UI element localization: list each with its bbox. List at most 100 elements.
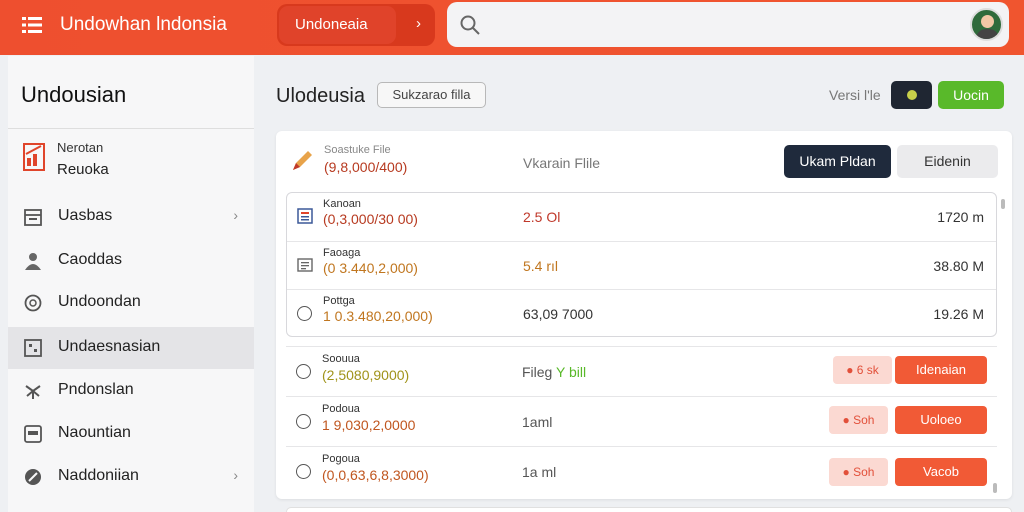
tag-button[interactable]: ● Soh — [829, 406, 888, 434]
radio-button[interactable] — [296, 364, 311, 379]
sidebar-title: Undousian — [21, 82, 127, 107]
row-total: 38.80 M — [933, 258, 984, 274]
row-size: 5.4 rıl — [523, 258, 559, 274]
row-size: 1aml — [522, 414, 553, 430]
sidebar-item-undoondan[interactable]: Undoondan — [8, 282, 254, 324]
next-card — [286, 507, 1012, 512]
sidebar-item-naountian[interactable]: Naountian — [8, 413, 254, 455]
radio-button[interactable] — [297, 306, 312, 321]
sidebar-item-label: Undoondan — [58, 293, 141, 310]
sidebar-item-label: Uasbas — [58, 207, 113, 224]
row-code: 1 0.3.480,20,000) — [323, 308, 433, 324]
chevron-right-icon: › — [233, 207, 238, 223]
row-code: 1 9,030,2,0000 — [322, 417, 416, 433]
action-button[interactable]: Vacob — [895, 458, 987, 486]
menu-icon[interactable] — [22, 15, 42, 35]
box-icon — [24, 425, 42, 443]
sidebar-item-label: Pndonslan — [58, 381, 134, 398]
row-size-extra: Y bill — [556, 364, 587, 380]
action-button[interactable]: Uoloeo — [895, 406, 987, 434]
row-total: 19.26 M — [933, 306, 984, 322]
radio-button[interactable] — [296, 414, 311, 429]
sidebar-item-naddoniian[interactable]: Naddoniian › — [8, 456, 254, 498]
sidebar-item-caoddas[interactable]: Caoddas — [8, 240, 254, 282]
apple-icon: ● — [846, 363, 854, 377]
row-size: Fileg Y bill — [522, 364, 587, 380]
table-row[interactable]: Pottga 1 0.3.480,20,000) 63,09 7000 19.2… — [287, 289, 996, 337]
confirm-button[interactable]: Uocin — [938, 81, 1004, 109]
scrollbar-thumb[interactable] — [1001, 199, 1005, 209]
sidebar-item-label: Naountian — [58, 424, 131, 441]
row-code: (0 3.440,2,000) — [323, 260, 418, 276]
pencil-icon — [293, 151, 312, 170]
clipboard-chart-icon — [23, 143, 45, 171]
version-label: Versi l'le — [829, 87, 881, 103]
divider — [8, 128, 254, 129]
table-row[interactable]: Faoaga (0 3.440,2,000) 5.4 rıl 38.80 M — [287, 241, 996, 289]
file-list-lower: Soouua (2,5080,9000) Fileg Y bill ● 6 sk… — [286, 346, 997, 496]
grid-box-icon — [24, 339, 42, 357]
tag-button[interactable]: ● 6 sk — [833, 356, 892, 384]
region-selector[interactable]: Undoneaia › — [277, 4, 435, 46]
leaf-icon — [25, 469, 41, 485]
sidebar-item-report[interactable]: Nerotan Reuoka — [20, 140, 250, 190]
compass-icon — [24, 294, 42, 312]
sidebar-item-uasbas[interactable]: Uasbas › — [8, 196, 254, 238]
table-row[interactable]: Kanoan (0,3,000/30 00) 2.5 Ol 1720 m — [287, 193, 996, 241]
list-item[interactable]: Pogoua (0,0,63,6,8,3000) 1a ml ● Soh Vac… — [286, 446, 997, 496]
sidebar-item-label: Reuoka — [57, 161, 109, 178]
row-name: Faoaga — [323, 247, 361, 259]
sidebar: Undousian Nerotan Reuoka Uasbas › Caodda… — [8, 56, 254, 512]
filter-button[interactable]: Sukzarao filla — [377, 82, 486, 108]
region-label: Undoneaia — [279, 6, 396, 44]
apple-icon: ● — [842, 413, 850, 427]
primary-action-button[interactable]: Ukam Pldan — [784, 145, 891, 178]
file-card: Soastuke File (9,8,000/400) Vkarain Flil… — [276, 131, 1012, 499]
sidebar-item-pndonslan[interactable]: Pndonslan — [8, 370, 254, 412]
settings-cross-icon — [25, 385, 41, 399]
status-dot-icon — [907, 90, 917, 100]
card-subtitle: Soastuke File — [324, 144, 391, 156]
file-list: Kanoan (0,3,000/30 00) 2.5 Ol 1720 m Fao… — [286, 192, 997, 337]
row-code: (2,5080,9000) — [322, 367, 410, 383]
row-name: Podoua — [322, 403, 360, 415]
row-name: Pottga — [323, 295, 355, 307]
scrollbar-thumb[interactable] — [993, 483, 997, 493]
sidebar-item-label: Undaesnasian — [58, 338, 161, 355]
chevron-right-icon: › — [233, 467, 238, 483]
card-value: (9,8,000/400) — [324, 159, 408, 175]
document-icon — [297, 208, 313, 224]
row-code: (0,3,000/30 00) — [323, 211, 418, 227]
sidebar-item-label: Caoddas — [58, 251, 123, 268]
status-toggle-button[interactable] — [891, 81, 932, 109]
list-item[interactable]: Podoua 1 9,030,2,0000 1aml ● Soh Uoloeo — [286, 396, 997, 446]
search-input[interactable] — [447, 2, 1009, 47]
avatar[interactable] — [970, 8, 1003, 41]
app-title: Undowhan lndonsia — [60, 14, 227, 35]
radio-button[interactable] — [296, 464, 311, 479]
row-name: Kanoan — [323, 198, 361, 210]
sidebar-item-undaesnasian[interactable]: Undaesnasian — [8, 327, 254, 369]
list-item[interactable]: Soouua (2,5080,9000) Fileg Y bill ● 6 sk… — [286, 346, 997, 396]
action-button[interactable]: Idenaian — [895, 356, 987, 384]
row-size: 2.5 Ol — [523, 209, 561, 225]
text-doc-icon — [297, 258, 313, 272]
chevron-right-icon: › — [416, 15, 421, 32]
row-size: 63,09 7000 — [523, 306, 594, 322]
tag-button[interactable]: ● Soh — [829, 458, 888, 486]
sidebar-item-title: Nerotan — [57, 140, 104, 155]
card-column-label: Vkarain Flile — [523, 155, 601, 171]
search-icon — [460, 15, 480, 35]
row-name: Soouua — [322, 353, 360, 365]
secondary-action-button[interactable]: Eidenin — [897, 145, 998, 178]
top-bar: Undowhan lndonsia Undoneaia › — [0, 0, 1024, 55]
sidebar-item-label: Naddoniian — [58, 467, 139, 484]
row-code: (0,0,63,6,8,3000) — [322, 467, 429, 483]
row-size: 1a ml — [522, 464, 557, 480]
apple-icon: ● — [842, 465, 850, 479]
card-header: Soastuke File (9,8,000/400) Vkarain Flil… — [276, 131, 1012, 191]
user-icon — [25, 253, 41, 270]
row-name: Pogoua — [322, 453, 360, 465]
page-title: Ulodeusia — [276, 85, 365, 107]
calendar-icon — [24, 209, 42, 226]
